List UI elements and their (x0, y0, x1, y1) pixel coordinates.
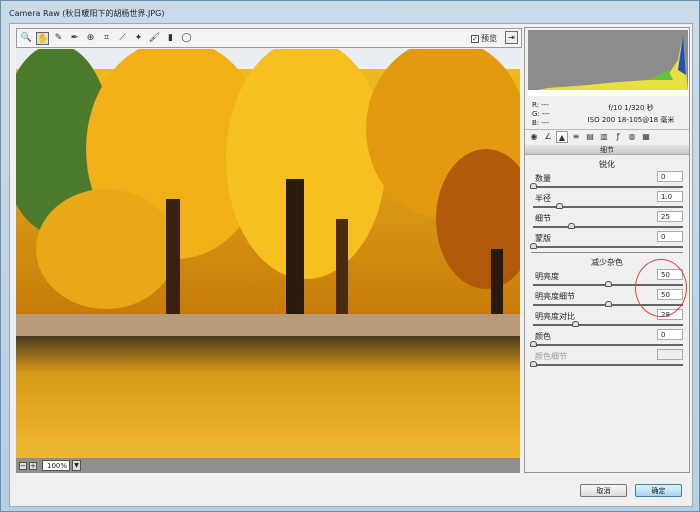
target-adjust-icon[interactable]: ⊕ (84, 32, 97, 45)
zoom-level-select[interactable]: 100% (42, 460, 70, 471)
zoom-in-button[interactable]: + (29, 461, 37, 470)
rotate-icon[interactable]: ◯ (180, 32, 193, 45)
slider-label: 数量 (535, 174, 551, 183)
slider-thumb[interactable] (530, 183, 537, 189)
slider-value-input[interactable]: 1.0 (657, 191, 683, 202)
slider-label: 蒙版 (535, 234, 551, 243)
iso-lens-info: ISO 200 18-105@18 毫米 (587, 116, 675, 124)
sharpen-title: 锐化 (599, 160, 615, 169)
slider-row: 数量 0 (530, 171, 683, 193)
image-info: R: --- G: --- B: --- f/10 1/320 秒 ISO 200 1… (528, 98, 688, 128)
split-toning-tab-icon[interactable]: ▤ (584, 131, 596, 143)
slider-track[interactable] (533, 364, 683, 366)
slider-value-input[interactable]: 0 (657, 171, 683, 182)
slider-track[interactable] (533, 186, 683, 188)
slider-track[interactable] (533, 324, 683, 326)
graduated-filter-icon[interactable]: ▮ (164, 32, 177, 45)
straighten-icon[interactable]: ⟋ (116, 32, 129, 45)
panel-tabs: ◉ ∠ ▲ ≡ ▤ ▥ ƒ ◍ ▦ (525, 129, 689, 144)
right-panel: R: --- G: --- B: --- f/10 1/320 秒 ISO 200 1… (524, 27, 690, 473)
zoom-bar: − + 100% ▼ (16, 458, 520, 473)
camera-raw-window: Camera Raw (秋日暖阳下的胡杨世界.JPG) 🔍 ✋ ✎ ✒ ⊕ ⌗ … (0, 0, 700, 512)
slider-row: 蒙版 0 (530, 231, 683, 253)
slider-label: 颜色细节 (535, 352, 567, 361)
slider-thumb[interactable] (530, 243, 537, 249)
slider-value-input[interactable]: 0 (657, 329, 683, 340)
slider-track[interactable] (533, 344, 683, 346)
slider-row: 颜色 0 (530, 329, 683, 351)
slider-thumb[interactable] (567, 223, 575, 229)
panel-title: 细节 (525, 145, 689, 155)
b-readout: B: --- (532, 119, 549, 127)
toolbar: 🔍 ✋ ✎ ✒ ⊕ ⌗ ⟋ ✦ 🖌 ▮ ◯ ✓ 预览 ⇥ (16, 28, 522, 48)
preview-label: 预览 (481, 34, 497, 43)
lens-tab-icon[interactable]: ▥ (598, 131, 610, 143)
g-readout: G: --- (532, 110, 550, 118)
checkbox-icon[interactable]: ✓ (471, 34, 479, 43)
effects-tab-icon[interactable]: ƒ (612, 131, 624, 143)
divider (531, 252, 683, 253)
slider-label: 半径 (535, 194, 551, 203)
slider-track[interactable] (533, 246, 683, 248)
detail-tab-icon[interactable]: ▲ (556, 131, 568, 143)
crop-icon[interactable]: ⌗ (100, 32, 113, 45)
slider-label: 明亮度细节 (535, 292, 575, 301)
preview-checkbox[interactable]: ✓ 预览 (471, 33, 497, 44)
slider-thumb[interactable] (530, 361, 537, 367)
white-balance-icon[interactable]: ✎ (52, 32, 65, 45)
tone-curve-tab-icon[interactable]: ∠ (542, 131, 554, 143)
camera-calibration-tab-icon[interactable]: ◍ (626, 131, 638, 143)
chevron-down-icon[interactable]: ▼ (72, 460, 81, 471)
window-title: Camera Raw (秋日暖阳下的胡杨世界.JPG) (9, 9, 165, 18)
slider-thumb[interactable] (605, 281, 612, 287)
slider-value-input[interactable]: 0 (657, 231, 683, 242)
zoom-icon[interactable]: 🔍 (20, 32, 33, 45)
slider-thumb[interactable] (530, 341, 537, 347)
r-readout: R: --- (532, 101, 549, 109)
hsl-tab-icon[interactable]: ≡ (570, 131, 582, 143)
cancel-button[interactable]: 取消 (580, 484, 627, 497)
basic-tab-icon[interactable]: ◉ (528, 131, 540, 143)
zoom-out-button[interactable]: − (19, 461, 27, 470)
slider-thumb[interactable] (572, 321, 579, 327)
annotation-circle (635, 259, 687, 317)
slider-label: 细节 (535, 214, 551, 223)
fullscreen-icon[interactable]: ⇥ (505, 31, 518, 44)
histogram (528, 30, 688, 96)
slider-track[interactable] (533, 226, 683, 228)
slider-label: 明亮度 (535, 272, 559, 281)
adjustment-brush-icon[interactable]: 🖌 (148, 32, 161, 45)
presets-tab-icon[interactable]: ▦ (640, 131, 652, 143)
ok-button[interactable]: 确定 (635, 484, 682, 497)
slider-label: 明亮度对比 (535, 312, 575, 321)
slider-thumb[interactable] (555, 203, 563, 209)
dialog-client: 🔍 ✋ ✎ ✒ ⊕ ⌗ ⟋ ✦ 🖌 ▮ ◯ ✓ 预览 ⇥ − + 100% ▼ … (9, 23, 693, 507)
slider-row: 颜色细节 (530, 349, 683, 371)
slider-value-input[interactable] (657, 349, 683, 360)
hand-icon[interactable]: ✋ (36, 31, 49, 45)
color-sampler-icon[interactable]: ✒ (68, 32, 81, 45)
slider-value-input[interactable]: 25 (657, 211, 683, 222)
retouch-icon[interactable]: ✦ (132, 32, 145, 45)
slider-label: 颜色 (535, 332, 551, 341)
slider-row: 半径 1.0 (533, 191, 683, 213)
slider-thumb[interactable] (605, 301, 612, 307)
exposure-info: f/10 1/320 秒 (608, 104, 654, 112)
slider-row: 细节 25 (533, 211, 683, 233)
photo-autumn-trees (16, 49, 520, 458)
image-preview[interactable] (16, 49, 520, 458)
